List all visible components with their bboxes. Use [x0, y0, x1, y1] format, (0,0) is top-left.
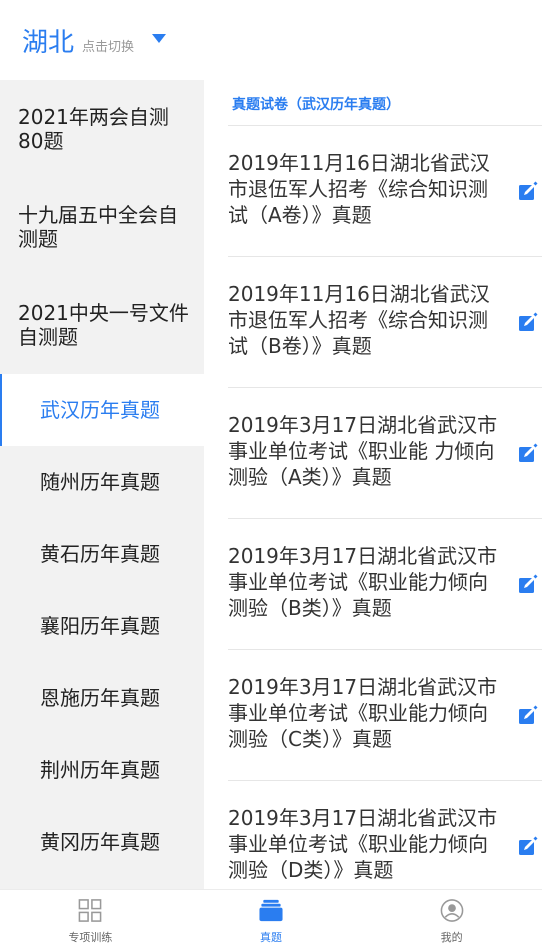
edit-icon[interactable] — [518, 574, 538, 594]
nav-label: 真题 — [260, 931, 282, 944]
sidebar-item[interactable]: 恩施历年真题 — [0, 662, 204, 734]
sidebar-item-label: 黄冈历年真题 — [40, 830, 160, 854]
nav-tab-profile[interactable]: 我的 — [361, 890, 542, 945]
nav-tab-training[interactable]: 专项训练 — [0, 890, 181, 945]
sidebar-item-label: 襄阳历年真题 — [40, 614, 160, 638]
sidebar-item[interactable]: 黄石历年真题 — [0, 518, 204, 590]
paper-title[interactable]: 2019年3月17日湖北省武汉市事业单位考试《职业能 力倾向测验（A类）》真题 — [228, 412, 504, 490]
sidebar-item[interactable]: 2021中央一号文件自测题 — [0, 276, 204, 374]
paper-row[interactable]: 2019年11月16日湖北省武汉市退伍军人招考《综合知识测试（B卷）》真题 — [228, 256, 542, 387]
nav-tab-papers[interactable]: 真题 — [181, 890, 362, 945]
category-sidebar: 2021年两会自测80题 十九届五中全会自测题 2021中央一号文件自测题 武汉… — [0, 80, 204, 889]
paper-title[interactable]: 2019年3月17日湖北省武汉市事业单位考试《职业能力倾向测验（C类）》真题 — [228, 674, 504, 752]
sidebar-item[interactable]: 随州历年真题 — [0, 446, 204, 518]
region-switch-hint[interactable]: 点击切换 — [82, 36, 134, 55]
bottom-nav: 专项训练 真题 我的 — [0, 889, 542, 945]
sidebar-item-label: 恩施历年真题 — [40, 686, 160, 710]
paper-title[interactable]: 2019年11月16日湖北省武汉市退伍军人招考《综合知识测试（B卷）》真题 — [228, 281, 504, 359]
paper-title[interactable]: 2019年3月17日湖北省武汉市事业单位考试《职业能力倾向测验（B类）》真题 — [228, 543, 504, 621]
paper-row[interactable]: 2019年3月17日湖北省武汉市事业单位考试《职业能力倾向测验（B类）》真题 — [228, 518, 542, 649]
sidebar-item[interactable]: 荆州历年真题 — [0, 734, 204, 806]
section-title: 真题试卷（武汉历年真题） — [232, 97, 400, 113]
paper-row[interactable]: 2019年3月17日湖北省武汉市事业单位考试《职业能 力倾向测验（A类）》真题 — [228, 387, 542, 518]
sidebar-item-label: 十九届五中全会自测题 — [18, 203, 178, 251]
sidebar-item[interactable]: 黄冈历年真题 — [0, 806, 204, 878]
grid-icon — [78, 899, 102, 922]
sidebar-item-active[interactable]: 武汉历年真题 — [0, 374, 204, 446]
edit-icon[interactable] — [518, 312, 538, 332]
paper-row[interactable]: 2019年3月17日湖北省武汉市事业单位考试《职业能力倾向测验（D类）》真题 — [228, 780, 542, 889]
caret-down-icon[interactable] — [152, 34, 166, 43]
sidebar-item-label: 随州历年真题 — [40, 470, 160, 494]
paper-title[interactable]: 2019年11月16日湖北省武汉市退伍军人招考《综合知识测试（A卷）》真题 — [228, 150, 504, 228]
sidebar-item-label: 2021年两会自测80题 — [18, 105, 169, 153]
paper-title[interactable]: 2019年3月17日湖北省武汉市事业单位考试《职业能力倾向测验（D类）》真题 — [228, 805, 504, 883]
nav-label: 专项训练 — [68, 931, 113, 944]
edit-icon[interactable] — [518, 705, 538, 725]
region-name[interactable]: 湖北 — [22, 22, 74, 59]
sidebar-item-label: 武汉历年真题 — [40, 398, 160, 422]
paper-row[interactable]: 2019年3月17日湖北省武汉市事业单位考试《职业能力倾向测验（C类）》真题 — [228, 649, 542, 780]
sidebar-item[interactable]: 2021年两会自测80题 — [0, 80, 204, 178]
paper-list: 2019年11月16日湖北省武汉市退伍军人招考《综合知识测试（A卷）》真题 20… — [228, 125, 542, 889]
sidebar-item-label: 黄石历年真题 — [40, 542, 160, 566]
sidebar-item[interactable]: 襄阳历年真题 — [0, 590, 204, 662]
edit-icon[interactable] — [518, 836, 538, 856]
stack-icon — [259, 899, 283, 922]
nav-label: 我的 — [440, 931, 463, 944]
region-switcher[interactable]: 湖北 点击切换 — [22, 22, 134, 59]
paper-row[interactable]: 2019年11月16日湖北省武汉市退伍军人招考《综合知识测试（A卷）》真题 — [228, 125, 542, 256]
sidebar-item-label: 荆州历年真题 — [40, 758, 160, 782]
sidebar-item[interactable]: 十九届五中全会自测题 — [0, 178, 204, 276]
paper-content: 真题试卷（武汉历年真题） 2019年11月16日湖北省武汉市退伍军人招考《综合知… — [204, 80, 542, 889]
sidebar-item-label: 2021中央一号文件自测题 — [18, 301, 189, 349]
user-icon — [440, 899, 464, 922]
edit-icon[interactable] — [518, 443, 538, 463]
header: 湖北 点击切换 — [0, 0, 542, 80]
edit-icon[interactable] — [518, 181, 538, 201]
